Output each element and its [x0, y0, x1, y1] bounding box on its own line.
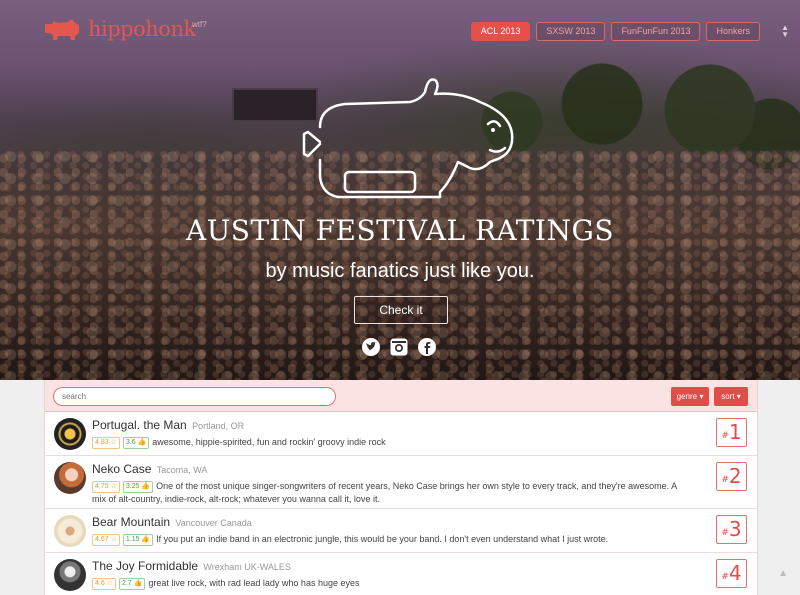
facebook-icon[interactable]	[418, 338, 436, 356]
band-description: 4.83 ☆ 3.6 👍 awesome, hippie-spirited, fun…	[92, 436, 692, 449]
list-item[interactable]: The Joy Formidable Wrexham UK-WALES 4.6 …	[45, 553, 757, 595]
rating-badge: 4.83 ☆	[92, 437, 120, 449]
genre-dropdown[interactable]: genre ▾	[671, 387, 709, 406]
list-item[interactable]: Bear Mountain Vancouver Canada 4.67 ☆ 1.1…	[45, 509, 757, 553]
rating-badge: 4.75 ☆	[92, 481, 120, 493]
list-toolbar: genre ▾ sort ▾	[45, 380, 757, 412]
band-location: Tacoma, WA	[156, 465, 208, 475]
nav-sxsw-2013[interactable]: SXSW 2013	[536, 22, 606, 41]
scroll-top-icon[interactable]: ▲	[778, 568, 788, 579]
band-name[interactable]: The Joy Formidable Wrexham UK-WALES	[92, 559, 291, 573]
nav-honkers[interactable]: Honkers	[706, 22, 760, 41]
band-name[interactable]: Portugal. the Man Portland, OR	[92, 418, 244, 432]
nav-acl-2013[interactable]: ACL 2013	[470, 22, 531, 41]
hippo-mascot-icon	[302, 78, 514, 199]
band-list-panel: genre ▾ sort ▾ Portugal. the Man Portlan…	[44, 380, 758, 595]
avatar	[54, 462, 86, 494]
logo[interactable]: hippohonk wtf?	[42, 16, 207, 42]
rank-badge: #1	[716, 418, 747, 447]
hero-subtitle: by music fanatics just like you.	[265, 260, 535, 282]
band-location: Wrexham UK-WALES	[203, 562, 291, 572]
social-links	[362, 338, 436, 356]
band-description: 4.6 ☆ 2.7 👍 great live rock, with rad lead…	[92, 577, 692, 590]
avatar	[54, 418, 86, 450]
instagram-icon[interactable]	[390, 338, 408, 356]
rating-badge: 4.67 ☆	[92, 534, 120, 546]
avatar	[54, 515, 86, 547]
hero-banner: hippohonk wtf? ACL 2013 SXSW 2013 FunFun…	[0, 0, 800, 380]
rating-badge: 4.6 ☆	[92, 578, 116, 590]
hippo-logo-icon	[45, 19, 79, 40]
rank-badge: #4	[716, 559, 747, 588]
band-location: Portland, OR	[192, 421, 245, 431]
votes-badge: 3.6 👍	[122, 437, 150, 449]
festival-nav: ACL 2013 SXSW 2013 FunFunFun 2013 Honker…	[470, 22, 760, 41]
band-description: 4.75 ☆ 3.25 👍 One of the most unique singe…	[92, 481, 677, 504]
votes-badge: 1.15 👍	[122, 534, 154, 546]
avatar	[54, 559, 86, 591]
band-name[interactable]: Neko Case Tacoma, WA	[92, 462, 207, 476]
logo-tag[interactable]: wtf?	[192, 20, 207, 29]
sort-dropdown[interactable]: sort ▾	[714, 387, 748, 406]
scroll-arrows-icon[interactable]: ▲ ▼	[781, 24, 789, 39]
band-location: Vancouver Canada	[175, 518, 252, 528]
votes-badge: 2.7 👍	[118, 578, 146, 590]
search-input[interactable]	[53, 387, 336, 406]
twitter-icon[interactable]	[362, 338, 380, 356]
nav-funfunfun-2013[interactable]: FunFunFun 2013	[611, 22, 701, 41]
rank-badge: #2	[716, 462, 747, 491]
hero-title: AUSTIN FESTIVAL RATINGS	[185, 214, 614, 247]
band-description: 4.67 ☆ 1.15 👍 If you put an indie band in …	[92, 533, 692, 546]
band-name[interactable]: Bear Mountain Vancouver Canada	[92, 515, 252, 529]
logo-text: hippohonk	[88, 17, 196, 41]
list-item[interactable]: Neko Case Tacoma, WA 4.75 ☆ 3.25 👍 One of …	[45, 456, 757, 509]
votes-badge: 3.25 👍	[122, 481, 154, 493]
check-it-button[interactable]: Check it	[354, 296, 448, 324]
list-item[interactable]: Portugal. the Man Portland, OR 4.83 ☆ 3.6…	[45, 412, 757, 456]
rank-badge: #3	[716, 515, 747, 544]
